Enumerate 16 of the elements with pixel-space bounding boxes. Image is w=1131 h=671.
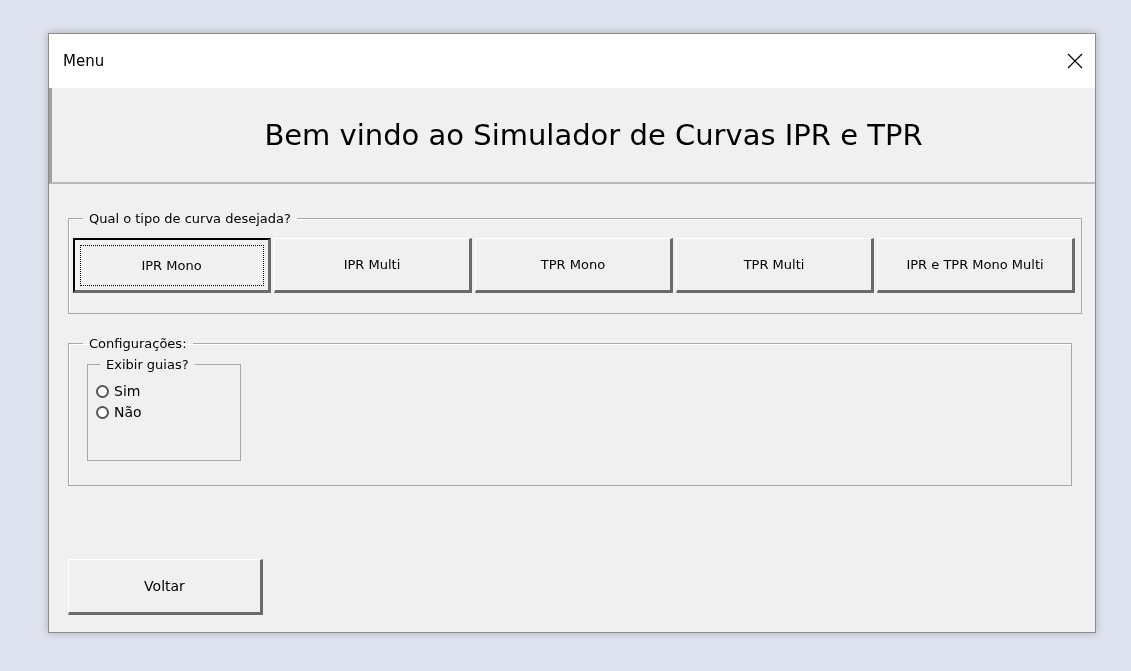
radio-button[interactable] — [96, 384, 109, 398]
window-title: Menu — [63, 52, 105, 70]
curve-button[interactable]: IPR Multi — [274, 238, 472, 293]
group-legend: Exibir guias? — [100, 357, 195, 372]
close-icon[interactable] — [1067, 53, 1083, 69]
group-legend: Configurações: — [83, 336, 193, 351]
radio-label: Sim — [114, 383, 141, 399]
curve-button[interactable]: TPR Multi — [676, 238, 874, 293]
curve-button[interactable]: IPR e TPR Mono Multi — [877, 238, 1075, 293]
group-legend: Qual o tipo de curva desejada? — [83, 211, 297, 226]
curve-button[interactable]: IPR Mono — [73, 238, 271, 293]
curve-button[interactable]: TPR Mono — [475, 238, 673, 293]
back-button[interactable]: Voltar — [68, 559, 263, 615]
heading: Bem vindo ao Simulador de Curvas IPR e TPR — [263, 118, 923, 152]
radio-label: Não — [114, 404, 142, 420]
radio-button[interactable] — [96, 405, 109, 419]
